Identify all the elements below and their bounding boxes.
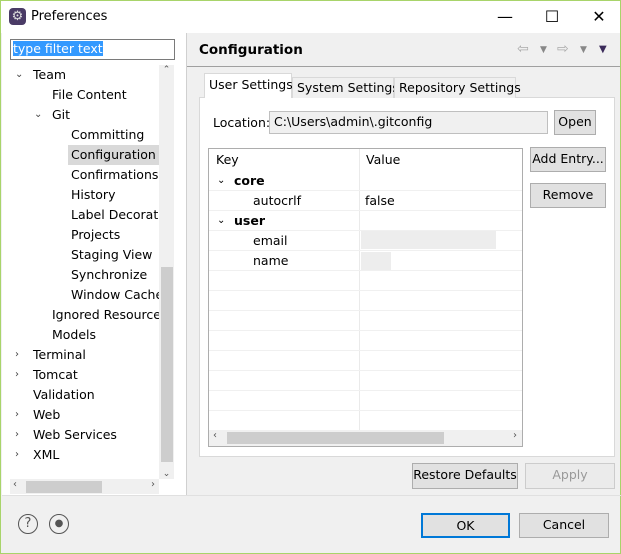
expand-chevron-icon[interactable]: ›	[15, 449, 19, 460]
key-cell: user	[234, 213, 265, 228]
help-icon[interactable]: ?	[18, 514, 38, 534]
ok-button[interactable]: OK	[421, 513, 510, 538]
tree-item[interactable]: Web Services	[33, 425, 117, 445]
forward-arrow-icon[interactable]: ⇨	[557, 41, 569, 57]
empty-row	[209, 291, 522, 311]
tree-item[interactable]: Terminal	[33, 345, 86, 365]
key-cell: autocrlf	[253, 193, 302, 208]
tree-item[interactable]: Team	[33, 65, 66, 85]
back-arrow-icon[interactable]: ⇦	[517, 41, 529, 57]
apply-button[interactable]: Apply	[525, 463, 615, 489]
scroll-right-icon[interactable]: ›	[151, 479, 155, 490]
scroll-down-icon[interactable]: ⌄	[159, 469, 174, 479]
key-cell: core	[234, 173, 265, 188]
minimize-button[interactable]: —	[485, 5, 525, 29]
title-bar: ⚙ Preferences — ☐ ✕	[1, 1, 620, 33]
filter-input[interactable]: type filter text	[10, 39, 175, 60]
expand-chevron-icon[interactable]: ›	[15, 429, 19, 440]
collapse-chevron-icon[interactable]: ⌄	[34, 109, 42, 120]
tree-item[interactable]: Git	[52, 105, 70, 125]
redacted-email	[361, 231, 496, 249]
restore-defaults-button[interactable]: Restore Defaults	[412, 463, 518, 489]
empty-row	[209, 331, 522, 351]
empty-row	[209, 391, 522, 411]
column-header-value[interactable]: Value	[366, 150, 400, 170]
header-divider	[187, 66, 620, 67]
collapse-chevron-icon[interactable]: ⌄	[15, 69, 23, 80]
empty-row	[209, 411, 522, 431]
tree-item[interactable]: Window Cache	[71, 285, 159, 305]
table-row[interactable]: autocrlf false	[209, 191, 522, 211]
tree-item[interactable]: Committing	[71, 125, 144, 145]
redacted-name	[361, 252, 391, 270]
tree-item[interactable]: Tomcat	[33, 365, 78, 385]
column-header-key[interactable]: Key	[216, 150, 239, 170]
location-field[interactable]: C:\Users\admin\.gitconfig	[269, 111, 548, 134]
tree-item[interactable]: XML	[33, 445, 59, 465]
tree-item[interactable]: Projects	[71, 225, 120, 245]
value-cell: false	[365, 193, 395, 208]
table-row[interactable]: ⌄ user	[209, 211, 522, 231]
add-entry-button[interactable]: Add Entry...	[530, 147, 606, 172]
empty-row	[209, 271, 522, 291]
tree-item[interactable]: Ignored Resource	[52, 305, 159, 325]
forward-menu-icon[interactable]: ▼	[580, 45, 587, 55]
collapse-chevron-icon[interactable]: ⌄	[217, 171, 225, 191]
back-menu-icon[interactable]: ▼	[540, 45, 547, 55]
scroll-right-icon[interactable]: ›	[513, 430, 517, 441]
collapse-chevron-icon[interactable]: ⌄	[217, 211, 225, 231]
remove-button[interactable]: Remove	[530, 183, 606, 208]
empty-row	[209, 371, 522, 391]
table-row[interactable]: ⌄ core	[209, 171, 522, 191]
expand-chevron-icon[interactable]: ›	[15, 349, 19, 360]
tree-item[interactable]: Label Decoratio	[71, 205, 159, 225]
tab-user-settings[interactable]: User Settings	[204, 73, 293, 98]
maximize-button[interactable]: ☐	[532, 5, 572, 29]
tree-item[interactable]: File Content	[52, 85, 127, 105]
view-menu-icon[interactable]: ▼	[599, 44, 607, 55]
key-cell: email	[253, 233, 288, 248]
divider	[186, 33, 187, 495]
scroll-left-icon[interactable]: ‹	[213, 430, 217, 441]
table-scroll-thumb[interactable]	[227, 432, 444, 444]
config-table: Key Value ⌄ core autocrlf false ⌄ user email na…	[208, 148, 523, 447]
tree-hscroll-thumb[interactable]	[26, 481, 102, 493]
expand-chevron-icon[interactable]: ›	[15, 409, 19, 420]
scroll-left-icon[interactable]: ‹	[13, 479, 17, 490]
scroll-up-icon[interactable]: ⌃	[159, 65, 174, 75]
tree-item[interactable]: Validation	[33, 385, 95, 405]
close-button[interactable]: ✕	[579, 5, 619, 29]
expand-chevron-icon[interactable]: ›	[15, 369, 19, 380]
tree-item[interactable]: Models	[52, 325, 96, 345]
tree-item[interactable]: Web	[33, 405, 60, 425]
preferences-window: ⚙ Preferences — ☐ ✕ type filter text ⌄ Te…	[0, 0, 621, 554]
tree-item[interactable]: Staging View	[71, 245, 152, 265]
location-label: Location:	[213, 115, 271, 130]
filter-text: type filter text	[13, 41, 103, 56]
eclipse-gear-icon: ⚙	[9, 8, 26, 25]
key-cell: name	[253, 253, 289, 268]
tree-item[interactable]: History	[71, 185, 115, 205]
tab-system-settings[interactable]: System Settings	[292, 77, 399, 98]
tree-scroll-thumb[interactable]	[161, 267, 173, 462]
tree-item[interactable]: Configuration	[68, 145, 159, 165]
record-icon[interactable]: ●	[49, 514, 69, 534]
page-title: Configuration	[199, 42, 303, 58]
tree-item[interactable]: Confirmations a	[71, 165, 159, 185]
cancel-button[interactable]: Cancel	[519, 513, 609, 538]
window-title: Preferences	[31, 9, 108, 24]
empty-row	[209, 311, 522, 331]
footer-divider	[2, 495, 621, 496]
preference-tree: ⌄ Team File Content ⌄ Git Committing Configura…	[10, 65, 159, 479]
open-button[interactable]: Open	[554, 110, 596, 135]
tab-repository-settings[interactable]: Repository Settings	[394, 77, 521, 98]
tree-item[interactable]: Synchronize	[71, 265, 147, 285]
empty-row	[209, 351, 522, 371]
